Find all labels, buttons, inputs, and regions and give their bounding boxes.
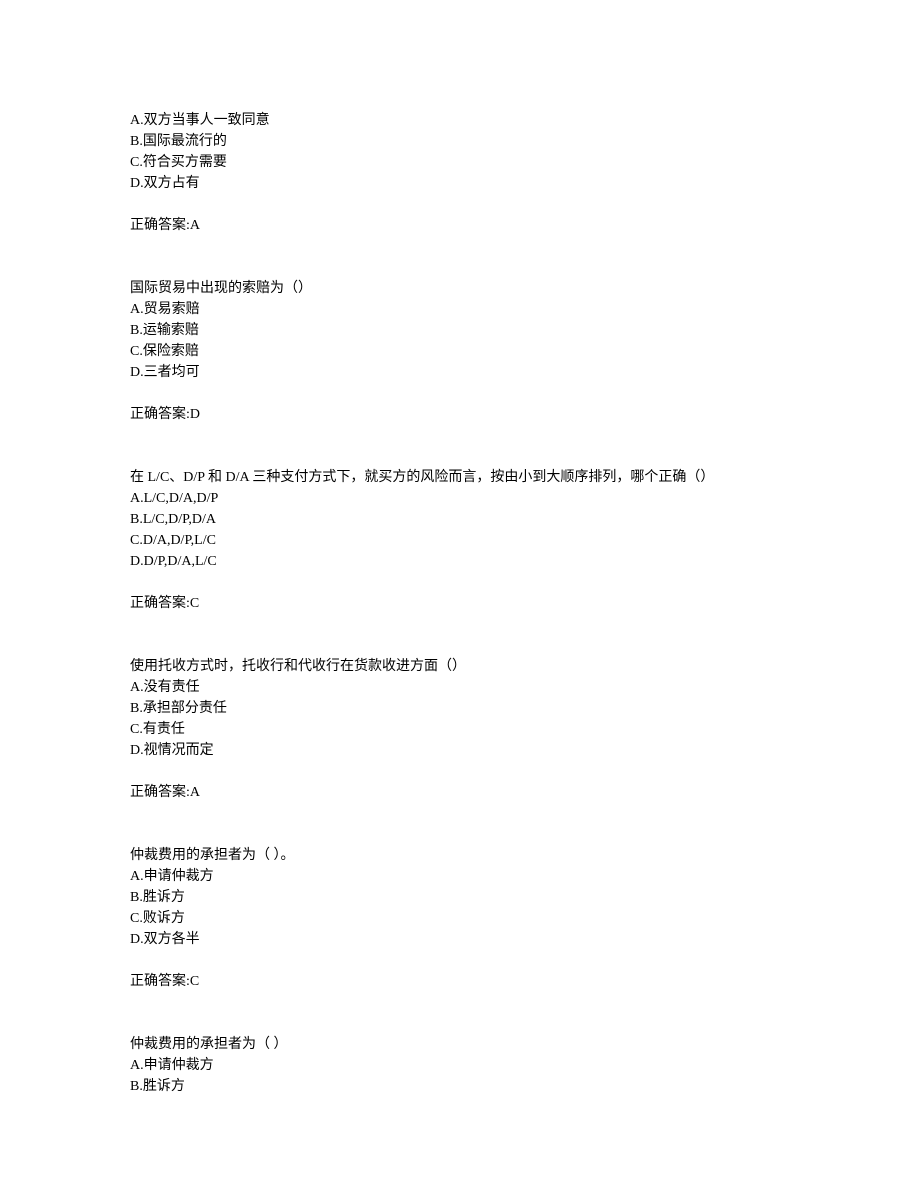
correct-answer: 正确答案:D [130,404,790,425]
option-a: A.申请仲裁方 [130,1055,790,1076]
question-stem: 国际贸易中出现的索赔为（） [130,278,790,299]
question-stem: 使用托收方式时，托收行和代收行在货款收进方面（） [130,656,790,677]
correct-answer: 正确答案:C [130,593,790,614]
option-b: B.国际最流行的 [130,131,790,152]
option-d: D.D/P,D/A,L/C [130,551,790,572]
correct-answer: 正确答案:C [130,971,790,992]
option-a: A.双方当事人一致同意 [130,110,790,131]
option-b: B.承担部分责任 [130,698,790,719]
option-a: A.L/C,D/A,D/P [130,488,790,509]
question-block: A.双方当事人一致同意 B.国际最流行的 C.符合买方需要 D.双方占有 正确答… [130,110,790,236]
option-c: C.保险索赔 [130,341,790,362]
question-block: 国际贸易中出现的索赔为（） A.贸易索赔 B.运输索赔 C.保险索赔 D.三者均… [130,278,790,425]
option-b: B.胜诉方 [130,1076,790,1097]
option-d: D.视情况而定 [130,740,790,761]
question-block: 使用托收方式时，托收行和代收行在货款收进方面（） A.没有责任 B.承担部分责任… [130,656,790,803]
question-block: 在 L/C、D/P 和 D/A 三种支付方式下，就买方的风险而言，按由小到大顺序… [130,467,790,614]
option-d: D.双方占有 [130,173,790,194]
option-b: B.运输索赔 [130,320,790,341]
option-a: A.没有责任 [130,677,790,698]
question-stem: 仲裁费用的承担者为（ ） [130,1034,790,1055]
option-c: C.符合买方需要 [130,152,790,173]
question-stem: 在 L/C、D/P 和 D/A 三种支付方式下，就买方的风险而言，按由小到大顺序… [130,467,790,488]
question-block: 仲裁费用的承担者为（ ）。 A.申请仲裁方 B.胜诉方 C.败诉方 D.双方各半… [130,845,790,992]
option-c: C.D/A,D/P,L/C [130,530,790,551]
option-d: D.双方各半 [130,929,790,950]
option-b: B.胜诉方 [130,887,790,908]
option-d: D.三者均可 [130,362,790,383]
option-c: C.有责任 [130,719,790,740]
option-a: A.贸易索赔 [130,299,790,320]
question-block: 仲裁费用的承担者为（ ） A.申请仲裁方 B.胜诉方 [130,1034,790,1097]
option-b: B.L/C,D/P,D/A [130,509,790,530]
option-a: A.申请仲裁方 [130,866,790,887]
option-c: C.败诉方 [130,908,790,929]
correct-answer: 正确答案:A [130,782,790,803]
question-stem: 仲裁费用的承担者为（ ）。 [130,845,790,866]
correct-answer: 正确答案:A [130,215,790,236]
